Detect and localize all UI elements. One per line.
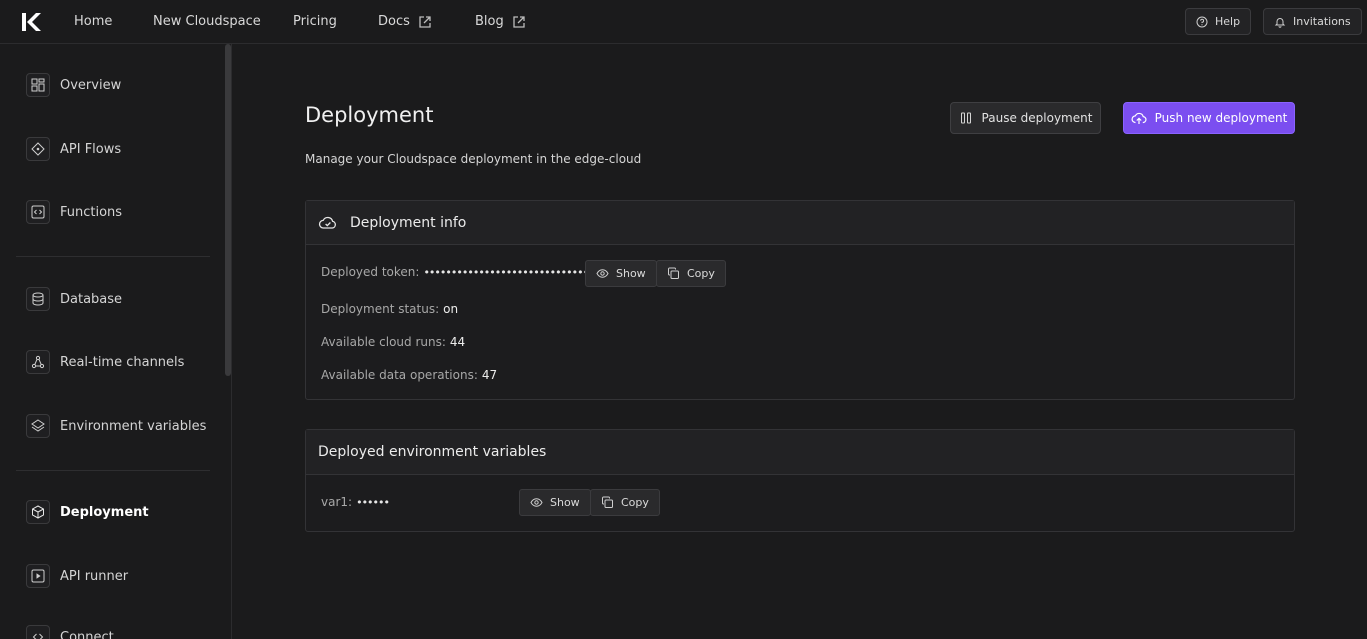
env-var-value: •••••• [356, 495, 390, 509]
channels-icon [26, 350, 50, 374]
external-link-icon [513, 15, 525, 28]
invitations-button[interactable]: Invitations [1263, 8, 1362, 35]
cloud-upload-icon [1131, 112, 1147, 124]
nav-pricing[interactable]: Pricing [293, 0, 337, 43]
cloud-check-icon [318, 216, 336, 229]
env-var-row: var1: •••••• [321, 495, 390, 509]
sidebar-item-functions[interactable]: Functions [26, 199, 122, 225]
sidebar-item-label: Overview [60, 77, 122, 93]
nav-new-cloudspace[interactable]: New Cloudspace [153, 0, 261, 43]
external-link-icon [419, 15, 431, 28]
sidebar-item-connect[interactable]: Connect [26, 624, 114, 639]
nav-blog[interactable]: Blog [475, 0, 526, 43]
show-token-button[interactable]: Show [585, 260, 657, 287]
copy-token-button[interactable]: Copy [656, 260, 726, 287]
sidebar-scrollbar[interactable] [225, 44, 231, 376]
nav-docs-label: Docs [378, 14, 410, 29]
sidebar-item-deployment[interactable]: Deployment [26, 499, 149, 525]
box-icon [26, 500, 50, 524]
env-variables-header: Deployed environment variables [306, 430, 1294, 475]
help-label: Help [1215, 15, 1241, 28]
cloud-runs-label: Available cloud runs: [321, 335, 446, 349]
help-button[interactable]: Help [1185, 8, 1252, 35]
nav-home[interactable]: Home [74, 0, 112, 43]
deployment-info-header: Deployment info [306, 201, 1294, 245]
nav-docs[interactable]: Docs [378, 0, 432, 43]
copy-token-label: Copy [687, 267, 715, 280]
sidebar: Overview API Flows Functions Database Re… [0, 44, 232, 639]
sidebar-item-label: Deployment [60, 504, 149, 520]
sidebar-item-label: API runner [60, 568, 129, 584]
invitations-label: Invitations [1293, 15, 1351, 28]
show-env-var-button[interactable]: Show [519, 489, 591, 516]
database-icon [26, 287, 50, 311]
sidebar-item-database[interactable]: Database [26, 286, 122, 312]
sidebar-item-label: API Flows [60, 141, 122, 157]
top-bar: Home New Cloudspace Pricing Docs Blog He… [0, 0, 1367, 44]
sidebar-item-api-runner[interactable]: API runner [26, 563, 128, 589]
bell-icon [1274, 17, 1286, 28]
data-operations-row: Available data operations: 47 [321, 368, 497, 382]
flows-icon [26, 137, 50, 161]
copy-icon [668, 267, 679, 279]
deployed-token-label: Deployed token: [321, 265, 420, 279]
env-variables-title: Deployed environment variables [318, 444, 547, 460]
sidebar-item-label: Functions [60, 204, 123, 220]
sidebar-item-api-flows[interactable]: API Flows [26, 136, 121, 162]
env-var-label: var1: [321, 495, 353, 509]
sidebar-item-environment-variables[interactable]: Environment variables [26, 413, 206, 439]
show-env-var-label: Show [550, 496, 580, 509]
cloud-runs-row: Available cloud runs: 44 [321, 335, 465, 349]
deployed-token-row: Deployed token: ••••••••••••••••••••••••… [321, 265, 600, 279]
code-icon [26, 200, 50, 224]
code-icon [26, 625, 50, 639]
layers-icon [26, 414, 50, 438]
push-new-deployment-label: Push new deployment [1154, 111, 1288, 125]
deployment-info-title: Deployment info [350, 214, 467, 231]
deployed-token-value: •••••••••••••••••••••••••••••••• [423, 265, 600, 279]
eye-icon [530, 498, 543, 507]
sidebar-item-label: Environment variables [60, 418, 207, 434]
pause-icon [960, 112, 971, 124]
page-subtitle: Manage your Cloudspace deployment in the… [305, 152, 642, 166]
sidebar-item-real-time-channels[interactable]: Real-time channels [26, 349, 184, 375]
nav-home-label: Home [74, 14, 113, 29]
deployment-status-label: Deployment status: [321, 302, 440, 316]
play-icon [26, 564, 50, 588]
cloud-runs-value: 44 [449, 335, 466, 349]
sidebar-item-label: Database [60, 291, 123, 307]
sidebar-item-overview[interactable]: Overview [26, 72, 121, 98]
data-operations-value: 47 [481, 368, 498, 382]
env-variables-card: Deployed environment variables var1: •••… [305, 429, 1295, 532]
deployment-status-row: Deployment status: on [321, 302, 458, 316]
show-token-label: Show [616, 267, 646, 280]
deployment-info-card: Deployment info Deployed token: ••••••••… [305, 200, 1295, 400]
deployment-status-value: on [443, 302, 459, 316]
sidebar-divider [16, 256, 210, 257]
page-title: Deployment [305, 103, 434, 127]
copy-env-var-button[interactable]: Copy [590, 489, 660, 516]
sidebar-item-label: Connect [60, 629, 114, 639]
nav-pricing-label: Pricing [293, 14, 337, 29]
eye-icon [596, 269, 609, 278]
pause-deployment-button[interactable]: Pause deployment [950, 102, 1101, 134]
nav-blog-label: Blog [475, 14, 504, 29]
copy-env-var-label: Copy [621, 496, 649, 509]
logo-icon[interactable] [21, 12, 43, 32]
pause-deployment-label: Pause deployment [981, 111, 1093, 125]
grid-icon [26, 73, 50, 97]
data-operations-label: Available data operations: [321, 368, 478, 382]
push-new-deployment-button[interactable]: Push new deployment [1123, 102, 1295, 134]
sidebar-item-label: Real-time channels [60, 354, 185, 370]
nav-new-cloudspace-label: New Cloudspace [153, 14, 261, 29]
sidebar-divider [16, 470, 210, 471]
help-icon [1196, 16, 1208, 27]
copy-icon [602, 496, 613, 508]
